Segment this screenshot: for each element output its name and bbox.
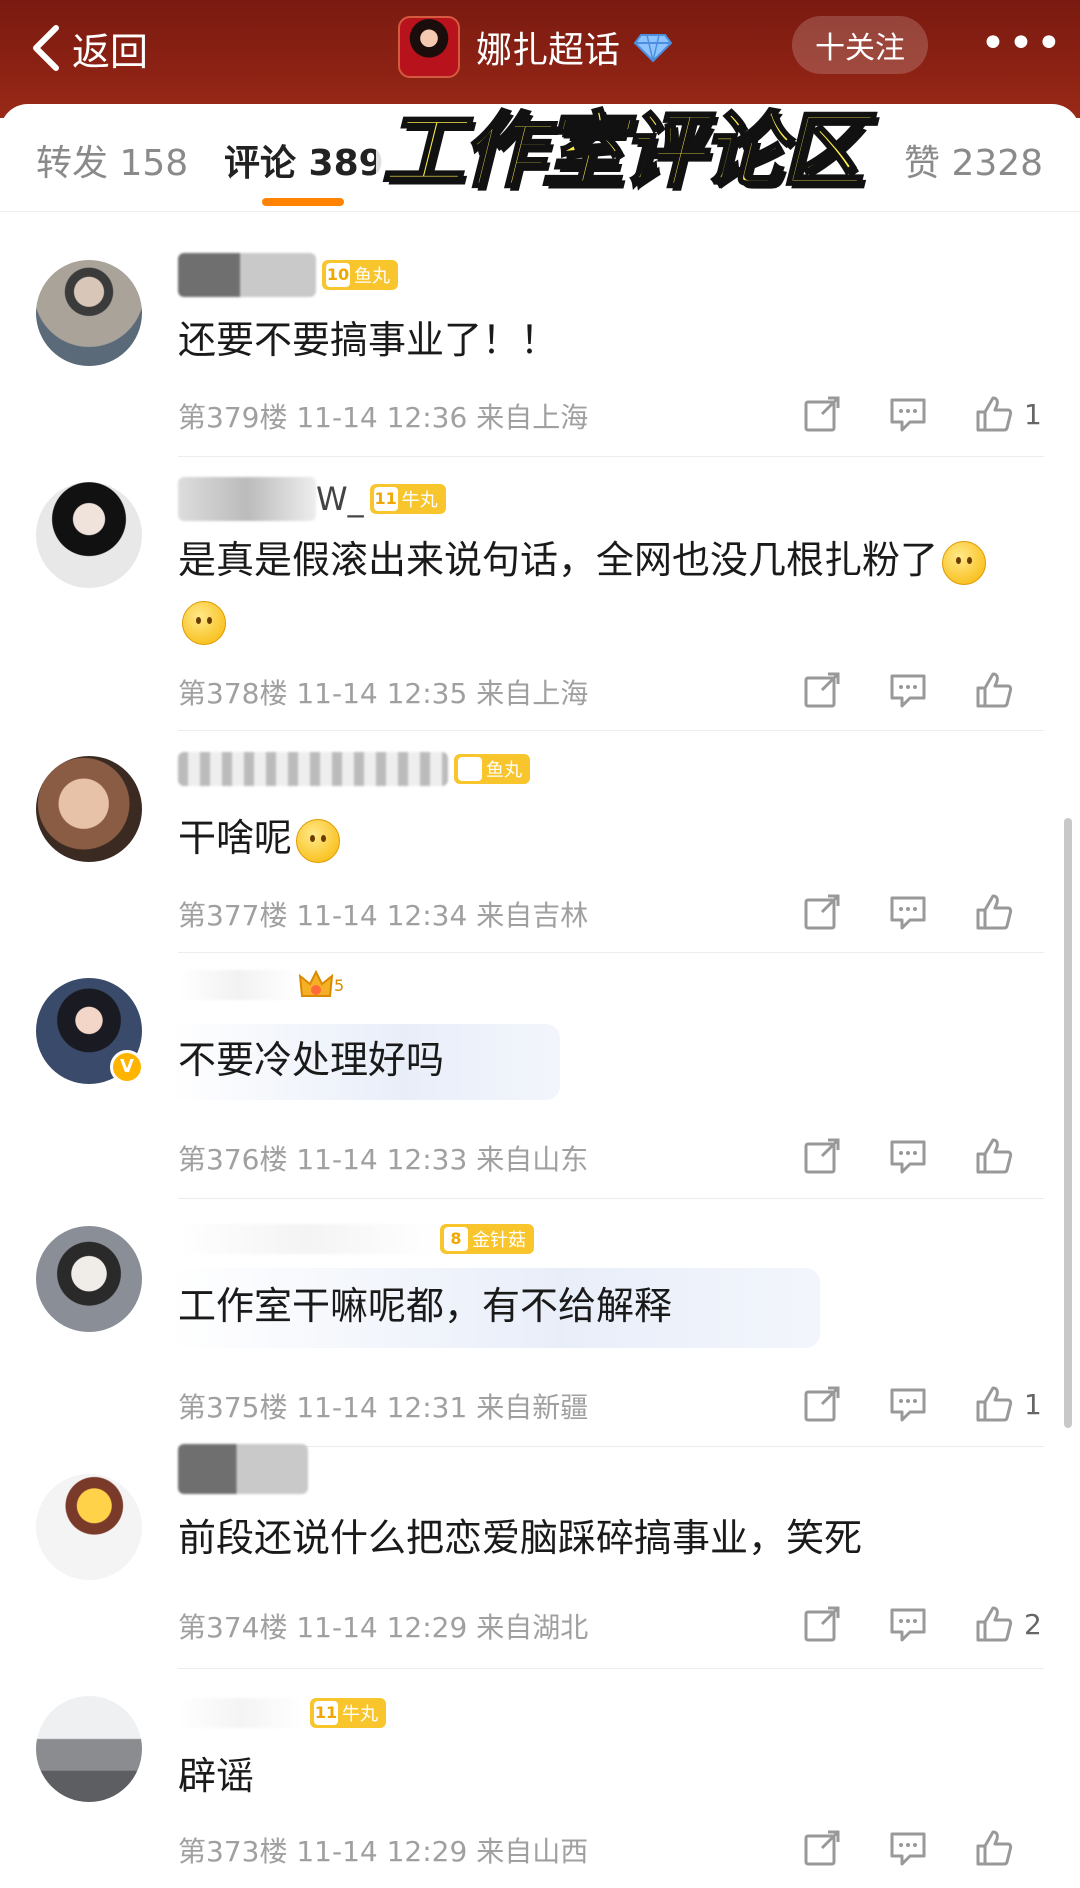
username[interactable]	[178, 1444, 308, 1494]
share-icon[interactable]	[802, 1604, 842, 1644]
like-icon[interactable]	[974, 1828, 1014, 1868]
like-count: 1	[1024, 1387, 1042, 1421]
comment-meta: 第375楼 11-14 12:31 来自新疆	[178, 1391, 589, 1424]
like-icon[interactable]	[974, 1604, 1014, 1644]
comment-text: 辟谣	[178, 1754, 255, 1798]
share-icon[interactable]	[802, 394, 842, 434]
comment-icon[interactable]	[888, 394, 928, 434]
tab-comments[interactable]: 评论 389	[224, 134, 384, 186]
back-button[interactable]: 返回	[28, 18, 148, 78]
topic-avatar	[398, 16, 460, 78]
diamond-badge-icon	[632, 30, 674, 64]
like-count: 1	[1024, 397, 1042, 431]
shush-emoji-icon	[942, 540, 987, 585]
comment-actions: 1	[756, 390, 1044, 438]
like-icon[interactable]	[974, 892, 1014, 932]
share-icon[interactable]	[802, 1136, 842, 1176]
share-icon[interactable]	[802, 1384, 842, 1424]
avatar[interactable]	[36, 482, 142, 588]
topic-title-group[interactable]: 娜扎超话	[398, 14, 674, 80]
divider	[178, 1668, 1044, 1669]
share-icon[interactable]	[802, 670, 842, 710]
shush-emoji-icon	[182, 600, 226, 645]
username[interactable]: W_ 11 牛丸	[178, 476, 446, 522]
comment-actions	[756, 888, 1014, 936]
comment-meta: 第376楼 11-14 12:33 来自山东	[178, 1143, 589, 1176]
more-options-button[interactable]: •••	[980, 22, 1062, 66]
username[interactable]: 8 金针菇	[178, 1216, 534, 1262]
comment-icon[interactable]	[888, 1604, 928, 1644]
follow-button[interactable]: 十关注	[792, 16, 928, 74]
active-tab-indicator	[262, 198, 344, 206]
verified-icon: V	[110, 1050, 144, 1084]
comment-text: 是真是假滚出来说句话，全网也没几根扎粉了	[178, 530, 1018, 650]
comment-actions: 2	[756, 1600, 1044, 1648]
username[interactable]: 10 鱼丸	[178, 252, 398, 298]
comment-icon[interactable]	[888, 670, 928, 710]
comment-meta: 第378楼 11-14 12:35 来自上海	[178, 677, 589, 710]
divider	[178, 456, 1044, 457]
username[interactable]: 5	[178, 962, 344, 1008]
comment-actions	[756, 666, 1014, 714]
level-badge: 11 牛丸	[369, 484, 446, 514]
divider	[178, 730, 1044, 731]
level-badge: 11 牛丸	[310, 1698, 386, 1728]
like-count: 2	[1024, 1607, 1042, 1641]
comment-text: 干啥呢	[178, 808, 1018, 868]
comment-meta: 第379楼 11-14 12:36 来自上海	[178, 401, 589, 434]
avatar[interactable]	[36, 1474, 142, 1580]
divider	[178, 952, 1044, 953]
scrollbar[interactable]	[1064, 818, 1072, 1428]
share-icon[interactable]	[802, 892, 842, 932]
username-redacted	[178, 1444, 308, 1494]
comment-icon[interactable]	[888, 1384, 928, 1424]
back-label: 返回	[72, 29, 149, 74]
username-redacted	[178, 253, 316, 297]
comment-meta: 第377楼 11-14 12:34 来自吉林	[178, 899, 589, 932]
level-badge: 10 鱼丸	[322, 260, 398, 290]
username-redacted	[178, 970, 298, 1000]
comment-icon[interactable]	[888, 892, 928, 932]
avatar[interactable]	[36, 1696, 142, 1802]
share-icon[interactable]	[802, 1828, 842, 1868]
comment-meta: 第373楼 11-14 12:29 来自山西	[178, 1835, 589, 1868]
avatar[interactable]	[36, 260, 142, 366]
username-redacted	[178, 752, 448, 786]
comment-text: 前段还说什么把恋爱脑踩碎搞事业，笑死	[178, 1516, 863, 1560]
comment-icon[interactable]	[888, 1828, 928, 1868]
comment-actions	[756, 1824, 1014, 1872]
comment-text: 还要不要搞事业了！！	[178, 318, 559, 362]
username[interactable]: 11 牛丸	[178, 1690, 386, 1736]
username-redacted	[178, 477, 316, 521]
avatar[interactable]	[36, 756, 142, 862]
smile-emoji-icon	[296, 818, 341, 863]
comment-text: 不要冷处理好吗	[178, 1038, 445, 1082]
like-icon[interactable]	[974, 1136, 1014, 1176]
level-badge: 鱼丸	[454, 754, 530, 784]
like-icon[interactable]	[974, 394, 1014, 434]
comment-text: 工作室干嘛呢都，有不给解释	[178, 1284, 673, 1328]
divider	[178, 1198, 1044, 1199]
tab-likes[interactable]: 赞 2328	[904, 134, 1043, 186]
comment-icon[interactable]	[888, 1136, 928, 1176]
like-icon[interactable]	[974, 670, 1014, 710]
avatar[interactable]	[36, 1226, 142, 1332]
tab-reposts[interactable]: 转发 158	[36, 134, 188, 186]
comment-actions	[756, 1132, 1014, 1180]
comment-actions: 1	[756, 1380, 1044, 1428]
username-redacted	[178, 1698, 304, 1728]
crown-icon	[298, 969, 334, 997]
username-redacted	[178, 1224, 434, 1254]
top-bar: 返回 娜扎超话 十关注 •••	[0, 0, 1080, 118]
chevron-left-icon	[33, 25, 59, 71]
overlay-caption: 工作室评论区	[376, 103, 868, 201]
comment-meta: 第374楼 11-14 12:29 来自湖北	[178, 1611, 589, 1644]
like-icon[interactable]	[974, 1384, 1014, 1424]
topic-title: 娜扎超话	[476, 30, 621, 71]
level-badge: 8 金针菇	[440, 1224, 534, 1254]
username[interactable]: 鱼丸	[178, 746, 530, 792]
